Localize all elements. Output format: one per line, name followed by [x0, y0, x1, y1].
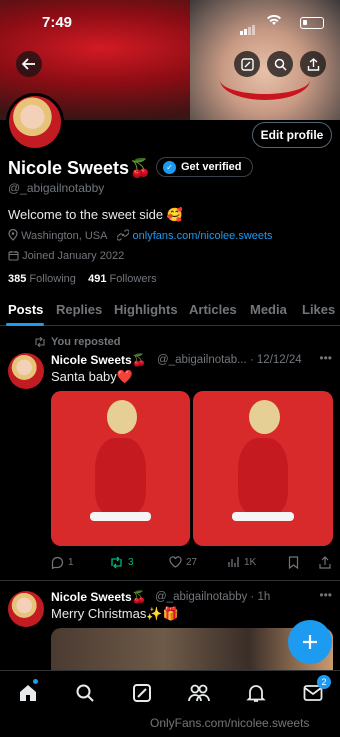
calendar-icon [8, 250, 19, 261]
watermark-text: OnlyFans.com/nicolee.sweets [150, 716, 310, 730]
repost-count: 3 [128, 557, 134, 568]
following-count: 385 [8, 273, 27, 285]
edit-banner-icon[interactable] [234, 51, 260, 77]
post-author[interactable]: Nicole Sweets🍒 [51, 590, 147, 604]
plus-icon [303, 635, 317, 649]
like-count: 27 [186, 556, 198, 568]
explore-search-icon[interactable] [73, 681, 97, 705]
profile-avatar[interactable] [6, 93, 64, 151]
tab-posts[interactable]: Posts [8, 302, 43, 317]
post-divider [0, 580, 340, 581]
post-author[interactable]: Nicole Sweets🍒 [51, 353, 147, 367]
link-icon [117, 229, 130, 241]
post-text: Santa baby❤️ [51, 369, 133, 384]
post-image-1[interactable] [51, 391, 190, 546]
profile-bio: Welcome to the sweet side 🥰 [8, 207, 183, 222]
notifications-bell-icon[interactable] [244, 681, 268, 705]
profile-handle: @_abigailnotabby [8, 181, 105, 195]
photo-detail [232, 511, 294, 522]
messages-badge: 2 [317, 675, 331, 689]
tab-highlights[interactable]: Highlights [114, 302, 178, 317]
messages-envelope-icon[interactable]: 2 [301, 675, 331, 705]
followers-label: Followers [109, 273, 157, 285]
tab-replies[interactable]: Replies [56, 302, 102, 317]
status-bar: 7:49 [0, 0, 340, 44]
heart-icon [169, 556, 182, 568]
get-verified-label: Get verified [181, 161, 242, 173]
more-options-icon[interactable]: ••• [319, 351, 332, 365]
profile-name: Nicole Sweets🍒 [8, 158, 152, 178]
website-item[interactable]: onlyfans.com/nicolee.sweets [117, 229, 273, 242]
communities-icon[interactable] [187, 681, 211, 705]
location-item: Washington, USA [8, 229, 107, 242]
repost-button[interactable]: 3 [109, 556, 134, 569]
tab-media[interactable]: Media [250, 302, 287, 317]
joined-text: Joined January 2022 [22, 250, 125, 262]
profile-tabs: Posts Replies Highlights Articles Media … [0, 296, 340, 326]
following-label: Following [29, 273, 76, 285]
repost-label: You reposted [51, 336, 121, 348]
tab-likes[interactable]: Likes [302, 302, 335, 317]
profile-meta-row: Washington, USA onlyfans.com/nicolee.swe… [8, 229, 273, 242]
bookmark-button[interactable] [288, 556, 299, 569]
photo-detail [237, 437, 289, 515]
share-icon[interactable] [300, 51, 326, 77]
search-icon[interactable] [267, 51, 293, 77]
signal-icon [240, 17, 256, 35]
post-meta: @_abigailnotab... · 12/12/24 [157, 354, 302, 366]
repost-small-icon [34, 337, 46, 347]
views-icon [228, 557, 239, 567]
get-verified-button[interactable]: ✓ Get verified [156, 157, 253, 177]
reply-count: 1 [68, 557, 74, 568]
like-button[interactable]: 27 [169, 556, 197, 568]
battery-icon [300, 17, 324, 29]
photo-detail [95, 437, 146, 515]
active-tab-indicator [6, 323, 44, 326]
photo-detail [106, 400, 138, 435]
verified-badge-icon: ✓ [163, 160, 176, 174]
post-meta: @_abigailnotabby · 1h [155, 591, 271, 603]
status-time: 7:49 [42, 14, 73, 31]
repost-icon [111, 556, 122, 569]
wifi-icon [266, 14, 282, 26]
location-text: Washington, USA [21, 230, 108, 242]
post-avatar[interactable] [8, 591, 44, 627]
tab-articles[interactable]: Articles [189, 302, 237, 317]
share-post-icon [319, 556, 331, 569]
location-pin-icon [8, 229, 18, 241]
home-icon[interactable] [16, 681, 40, 705]
joined-row: Joined January 2022 [8, 250, 124, 262]
views-button[interactable]: 1K [228, 556, 256, 568]
reply-button[interactable]: 1 [51, 556, 74, 569]
more-options-icon[interactable]: ••• [319, 588, 332, 602]
back-arrow-icon[interactable] [16, 51, 42, 77]
photo-detail [249, 400, 280, 435]
post-text: Merry Christmas✨🎁 [51, 606, 179, 621]
views-count: 1K [244, 556, 257, 568]
grok-icon[interactable] [130, 681, 154, 705]
edit-profile-button[interactable]: Edit profile [252, 122, 332, 148]
post-image-2[interactable] [193, 391, 333, 546]
website-link[interactable]: onlyfans.com/nicolee.sweets [133, 230, 273, 242]
photo-detail [89, 511, 152, 522]
followers-count: 491 [88, 273, 107, 285]
compose-post-button[interactable] [288, 620, 332, 664]
post-avatar[interactable] [8, 353, 44, 389]
bookmark-icon [288, 556, 299, 569]
follow-counts: 385 Following 491 Followers [8, 273, 157, 285]
following-link[interactable]: 385 Following [8, 273, 76, 285]
share-post-button[interactable] [319, 556, 331, 569]
followers-link[interactable]: 491 Followers [88, 273, 157, 285]
reply-icon [51, 556, 64, 569]
